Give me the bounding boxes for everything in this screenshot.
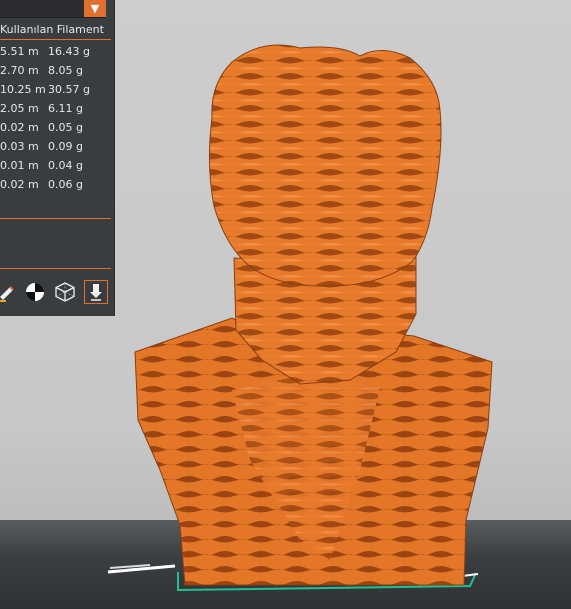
filament-weight: 0.04 g <box>48 159 83 172</box>
filament-row: 0.03 m 0.09 g <box>0 139 114 158</box>
filament-weight: 8.05 g <box>48 64 83 77</box>
filament-length: 0.03 m <box>0 140 39 153</box>
filament-row: 0.02 m 0.05 g <box>0 120 114 139</box>
filament-weight: 6.11 g <box>48 102 83 115</box>
export-icon[interactable] <box>84 280 108 304</box>
filament-length: 5.51 m <box>0 45 39 58</box>
filament-row: 0.02 m 0.06 g <box>0 177 114 196</box>
filament-row: 5.51 m 16.43 g <box>0 44 114 63</box>
filament-weight: 16.43 g <box>48 45 90 58</box>
3d-viewport[interactable]: ▼ Kullanılan Filament 5.51 m 16.43 g 2.70 … <box>0 0 571 609</box>
toolbar <box>0 280 114 306</box>
filament-length: 10.25 m <box>0 83 46 96</box>
wireframe-cube-icon[interactable] <box>53 280 77 304</box>
print-info-panel: ▼ Kullanılan Filament 5.51 m 16.43 g 2.70 … <box>0 0 115 316</box>
divider <box>0 39 111 40</box>
filament-length: 2.70 m <box>0 64 39 77</box>
filament-length: 0.02 m <box>0 121 39 134</box>
filament-weight: 30.57 g <box>48 83 90 96</box>
filament-row: 0.01 m 0.04 g <box>0 158 114 177</box>
center-of-gravity-icon[interactable] <box>23 280 47 304</box>
divider <box>0 218 111 219</box>
filament-weight: 0.06 g <box>48 178 83 191</box>
filament-length: 0.02 m <box>0 178 39 191</box>
chevron-down-icon[interactable]: ▼ <box>84 0 106 17</box>
edit-icon[interactable] <box>0 280 18 304</box>
filament-row: 2.70 m 8.05 g <box>0 63 114 82</box>
bust-head <box>208 44 442 287</box>
filament-weight: 0.09 g <box>48 140 83 153</box>
filament-row: 2.05 m 6.11 g <box>0 101 114 120</box>
filament-usage-list: 5.51 m 16.43 g 2.70 m 8.05 g 10.25 m 30.57 g2… <box>0 44 114 196</box>
filament-length: 2.05 m <box>0 102 39 115</box>
filament-length: 0.01 m <box>0 159 39 172</box>
filament-used-header: Kullanılan Filament <box>0 23 104 36</box>
filament-weight: 0.05 g <box>48 121 83 134</box>
profile-dropdown[interactable]: ▼ <box>0 0 106 18</box>
divider <box>0 268 111 269</box>
filament-row: 10.25 m 30.57 g <box>0 82 114 101</box>
